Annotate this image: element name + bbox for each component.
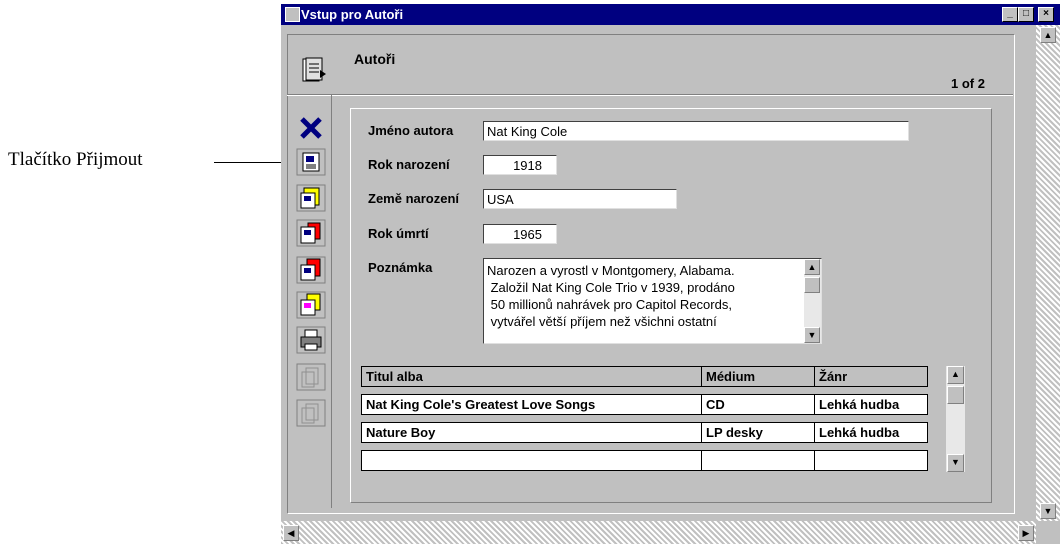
scroll-left-icon[interactable]: ◀ xyxy=(283,525,299,541)
table-cell[interactable] xyxy=(814,450,928,471)
table-cell[interactable]: Nature Boy xyxy=(361,422,702,443)
scroll-up-icon[interactable]: ▲ xyxy=(1040,27,1056,43)
next-record-button[interactable] xyxy=(296,399,326,427)
duplicate-record-button[interactable] xyxy=(296,219,326,247)
note-line: Založil Nat King Cole Trio v 1939, prodá… xyxy=(487,280,735,295)
note-text: Narozen a vyrostl v Montgomery, Alabama.… xyxy=(487,262,803,330)
note-line: 50 millionů nahrávek pro Capitol Records… xyxy=(487,297,732,312)
scroll-thumb[interactable] xyxy=(947,386,964,404)
callout-line xyxy=(214,162,290,163)
new-record-icon xyxy=(296,184,326,212)
form-icon xyxy=(302,57,326,82)
column-header-title[interactable]: Titul alba xyxy=(361,366,702,387)
author-field[interactable]: Nat King Cole xyxy=(483,121,909,141)
table-cell[interactable]: Nat King Cole's Greatest Love Songs xyxy=(361,394,702,415)
disabled-record-icon xyxy=(296,363,326,391)
copy-record-button[interactable] xyxy=(296,291,326,319)
death-year-field[interactable]: 1965 xyxy=(483,224,557,244)
minimize-button[interactable]: _ xyxy=(1002,7,1018,22)
copy-record-icon xyxy=(296,291,326,319)
record-toolbar xyxy=(287,94,332,508)
table-cell[interactable]: LP desky xyxy=(701,422,815,443)
table-cell[interactable] xyxy=(701,450,815,471)
app-icon[interactable] xyxy=(285,7,300,22)
scroll-right-icon[interactable]: ▶ xyxy=(1018,525,1034,541)
table-scrollbar[interactable]: ▲ ▼ xyxy=(946,366,965,472)
birth-year-field[interactable]: 1918 xyxy=(483,155,557,175)
insert-record-button[interactable] xyxy=(296,256,326,284)
table-cell[interactable]: Lehká hudba xyxy=(814,422,928,443)
scroll-down-icon[interactable]: ▼ xyxy=(1040,503,1056,519)
birth-year-label: Rok narození xyxy=(368,157,450,172)
accept-button-callout: Tlačítko Přijmout xyxy=(8,149,143,170)
accept-icon xyxy=(296,148,326,176)
delete-button[interactable] xyxy=(296,114,326,142)
accept-button[interactable] xyxy=(296,148,326,176)
table-cell[interactable] xyxy=(361,450,702,471)
birth-country-field[interactable]: USA xyxy=(483,189,677,209)
resize-grip[interactable] xyxy=(1036,521,1060,544)
note-scrollbar[interactable]: ▲ ▼ xyxy=(804,259,821,343)
app-window: Vstup pro Autoři _ □ × Autoři 1 of 2 Jmé… xyxy=(281,4,1060,544)
scroll-up-icon[interactable]: ▲ xyxy=(947,366,964,384)
table-cell[interactable]: CD xyxy=(701,394,815,415)
insert-record-icon xyxy=(296,256,326,284)
scroll-up-icon[interactable]: ▲ xyxy=(804,259,820,275)
note-line: Narozen a vyrostl v Montgomery, Alabama. xyxy=(487,263,735,278)
header-divider xyxy=(287,94,1013,96)
delete-icon xyxy=(300,117,322,139)
maximize-button[interactable]: □ xyxy=(1018,7,1034,22)
window-vertical-scrollbar[interactable]: ▲ ▼ xyxy=(1036,25,1060,521)
form-title: Autoři xyxy=(354,51,396,67)
duplicate-record-icon xyxy=(296,219,326,247)
note-line: vytvářel větší příjem než všichni ostatn… xyxy=(487,314,717,329)
note-label: Poznámka xyxy=(368,260,433,275)
author-label: Jméno autora xyxy=(368,123,454,138)
column-header-genre[interactable]: Žánr xyxy=(814,366,928,387)
scroll-down-icon[interactable]: ▼ xyxy=(947,454,964,472)
record-count: 1 of 2 xyxy=(951,76,985,91)
previous-record-button[interactable] xyxy=(296,363,326,391)
close-button[interactable]: × xyxy=(1038,7,1054,22)
title-bar[interactable]: Vstup pro Autoři _ □ × xyxy=(281,4,1060,25)
death-year-label: Rok úmrtí xyxy=(368,226,429,241)
table-cell[interactable]: Lehká hudba xyxy=(814,394,928,415)
scroll-thumb[interactable] xyxy=(804,277,820,293)
window-title: Vstup pro Autoři xyxy=(301,7,404,22)
new-record-button[interactable] xyxy=(296,184,326,212)
print-button[interactable] xyxy=(296,326,326,354)
disabled-record-icon xyxy=(296,399,326,427)
birth-country-label: Země narození xyxy=(368,191,460,206)
scroll-down-icon[interactable]: ▼ xyxy=(804,327,820,343)
print-icon xyxy=(296,326,326,354)
window-horizontal-scrollbar[interactable]: ◀ ▶ xyxy=(281,521,1036,544)
albums-table: Titul alba Médium Žánr Nat King Cole's G… xyxy=(361,366,973,474)
note-textarea[interactable]: Narozen a vyrostl v Montgomery, Alabama.… xyxy=(483,258,822,344)
column-header-medium[interactable]: Médium xyxy=(701,366,815,387)
